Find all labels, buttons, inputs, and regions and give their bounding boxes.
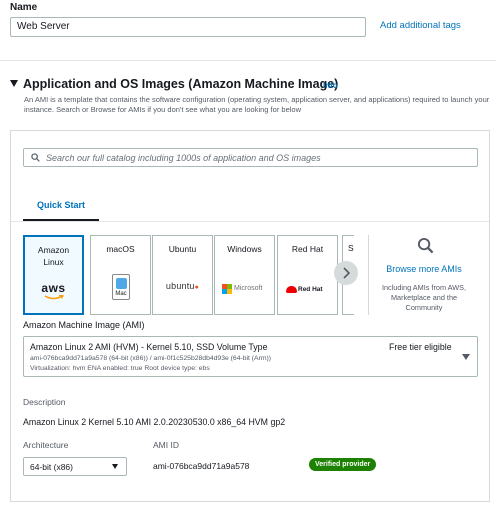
- os-card-ubuntu[interactable]: Ubuntu ubuntu●: [152, 235, 213, 315]
- ami-id-value: ami-076bca9dd71a9a578: [153, 461, 250, 471]
- os-card-label: macOS: [106, 244, 135, 254]
- ami-panel: Search our full catalog including 1000s …: [10, 130, 490, 502]
- os-card-macos[interactable]: macOS Mac: [90, 235, 151, 315]
- architecture-select[interactable]: 64-bit (x86): [23, 457, 127, 476]
- ami-select[interactable]: Amazon Linux 2 AMI (HVM) - Kernel 5.10, …: [23, 336, 478, 377]
- ami-section-description: An AMI is a template that contains the s…: [24, 95, 490, 114]
- browse-more-amis-subtext: Including AMIs from AWS, Marketplace and…: [381, 283, 467, 312]
- ubuntu-circle-icon: ●: [194, 284, 200, 291]
- os-card-red-hat[interactable]: Red Hat Red Hat: [277, 235, 338, 315]
- search-icon: [417, 237, 434, 254]
- name-label: Name: [10, 2, 38, 13]
- divider-vertical: [368, 235, 369, 315]
- os-card-windows[interactable]: Windows Microsoft: [214, 235, 275, 315]
- ami-search-input[interactable]: Search our full catalog including 1000s …: [23, 148, 478, 167]
- mac-face-icon: [116, 278, 127, 289]
- mac-logo-text: Mac: [115, 291, 127, 297]
- collapse-caret-icon[interactable]: [10, 80, 18, 87]
- ami-section-title[interactable]: Application and OS Images (Amazon Machin…: [23, 77, 338, 91]
- info-link[interactable]: Info: [323, 81, 338, 90]
- aws-smile-icon: [44, 295, 64, 300]
- ami-id-label: AMI ID: [153, 440, 179, 450]
- os-card-label: Windows: [227, 244, 262, 254]
- description-label: Description: [23, 397, 66, 407]
- chevron-right-icon: [343, 267, 351, 279]
- mac-logo-icon: Mac: [112, 274, 130, 300]
- os-card-label: Ubuntu: [168, 244, 197, 254]
- free-tier-label: Free tier eligible: [389, 342, 452, 352]
- ami-select-meta: Virtualization: hvm ENA enabled: true Ro…: [30, 365, 210, 372]
- aws-logo-text: aws: [41, 281, 66, 295]
- caret-down-icon: [462, 354, 470, 360]
- description-value: Amazon Linux 2 Kernel 5.10 AMI 2.0.20230…: [23, 417, 286, 427]
- os-card-label: S: [348, 243, 354, 253]
- tab-divider: [11, 221, 489, 222]
- tab-quick-start-label: Quick Start: [37, 200, 86, 210]
- redhat-logo-icon: [286, 286, 297, 293]
- ami-select-ids: ami-076bca9dd71a9a578 (64-bit (x86)) / a…: [30, 355, 272, 362]
- ami-select-name: Amazon Linux 2 AMI (HVM) - Kernel 5.10, …: [30, 342, 268, 352]
- divider: [0, 60, 496, 61]
- verified-provider-badge: Verified provider: [309, 458, 377, 471]
- carousel-next-button[interactable]: [334, 261, 358, 285]
- os-card-label: Red Hat: [291, 244, 324, 254]
- os-card-label: Amazon Linux: [37, 245, 70, 267]
- ami-select-label: Amazon Machine Image (AMI): [23, 320, 145, 330]
- ubuntu-logo-text: ubuntu: [165, 281, 195, 291]
- tab-quick-start[interactable]: Quick Start: [23, 191, 99, 221]
- name-input[interactable]: Web Server: [10, 17, 366, 37]
- microsoft-logo-text: Microsoft: [234, 285, 263, 292]
- browse-more-amis[interactable]: Browse more AMIs Including AMIs from AWS…: [374, 235, 474, 315]
- microsoft-logo-icon: [222, 284, 232, 294]
- architecture-value: 64-bit (x86): [30, 462, 73, 472]
- add-additional-tags-link[interactable]: Add additional tags: [380, 20, 461, 31]
- architecture-label: Architecture: [23, 440, 69, 450]
- redhat-logo-text: Red Hat: [298, 286, 323, 293]
- name-section: Name Web Server Add additional tags: [0, 0, 496, 58]
- os-card-amazon-linux[interactable]: Amazon Linux aws: [23, 235, 84, 315]
- caret-down-icon: [112, 464, 118, 469]
- browse-more-amis-link[interactable]: Browse more AMIs: [374, 264, 474, 274]
- search-placeholder: Search our full catalog including 1000s …: [46, 153, 321, 163]
- ubuntu-logo: ubuntu●: [153, 281, 212, 291]
- search-icon: [31, 153, 40, 162]
